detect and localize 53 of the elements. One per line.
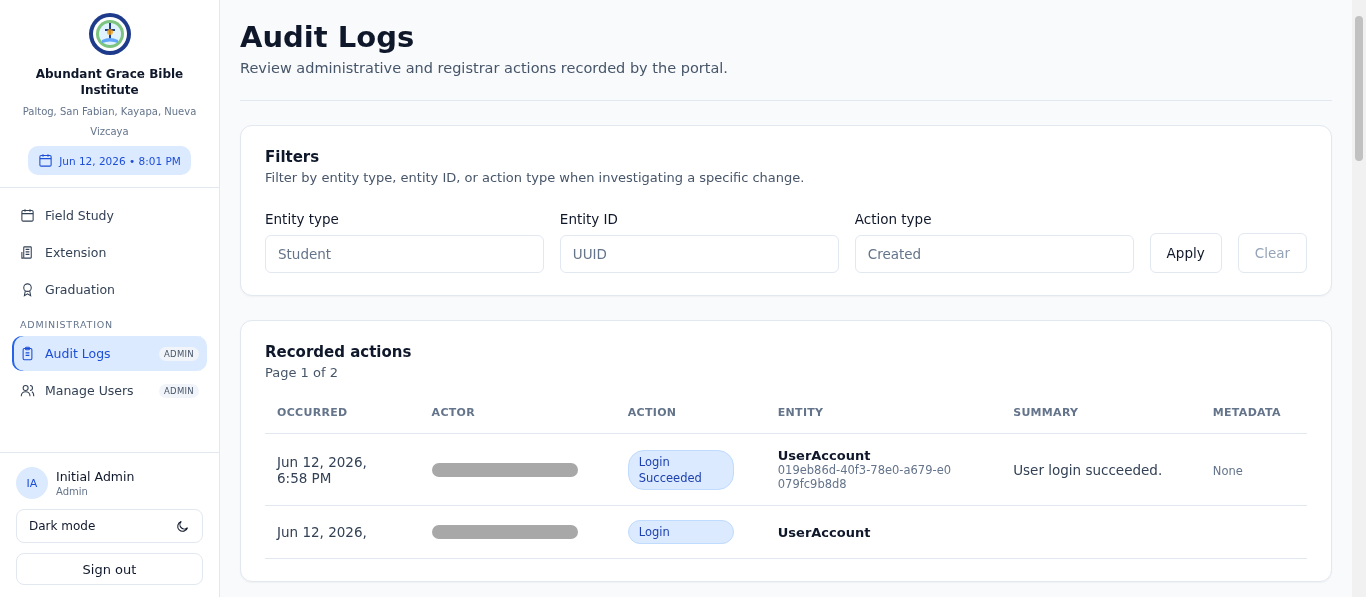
page-title: Audit Logs bbox=[240, 20, 416, 54]
sidebar-item[interactable]: Manage Users ADMIN bbox=[12, 373, 207, 408]
school-seal-logo bbox=[87, 12, 132, 56]
admin-badge: ADMIN bbox=[158, 346, 199, 361]
sidebar-item[interactable]: Extension bbox=[12, 235, 207, 270]
calendar-icon bbox=[20, 208, 35, 223]
award-icon bbox=[20, 282, 35, 297]
date-time-text: Jun 12, 2026 • 8:01 PM bbox=[59, 154, 181, 167]
column-header: OCCURRED bbox=[265, 406, 420, 434]
page-info: Page 1 of 2 bbox=[265, 365, 339, 380]
admin-badge: ADMIN bbox=[158, 383, 199, 398]
filter-field[interactable]: UUID bbox=[559, 235, 839, 273]
column-header: METADATA bbox=[1200, 406, 1307, 434]
scrollbar[interactable] bbox=[1352, 0, 1366, 597]
user-name: Initial Admin bbox=[56, 469, 135, 484]
user-avatar: IA bbox=[16, 467, 48, 499]
building-icon bbox=[20, 245, 35, 260]
entity-id: 019eb86d-40f3-78e0-a679-e0079fc9b8d8 bbox=[777, 463, 953, 491]
field-label: Action type bbox=[854, 211, 933, 227]
filter-field[interactable]: Created bbox=[854, 235, 1134, 273]
entity-name: UserAccount bbox=[777, 448, 872, 463]
sign-out-button[interactable]: Sign out bbox=[16, 553, 203, 585]
card-title: Recorded actions bbox=[265, 343, 413, 361]
card-description: Filter by entity type, entity ID, or action type when investigating a specific change. bbox=[265, 170, 806, 185]
metadata-cell: None bbox=[1212, 463, 1243, 478]
field-label: Entity type bbox=[265, 211, 340, 227]
clipboard-icon bbox=[20, 346, 35, 361]
sidebar-item[interactable]: Field Study bbox=[12, 198, 207, 233]
field-label: Entity ID bbox=[559, 211, 619, 227]
summary-cell: User login succeeded. bbox=[1013, 461, 1163, 478]
calendar-icon bbox=[38, 153, 54, 168]
occurred-cell-text: Jun 12, 2026, bbox=[277, 524, 368, 540]
action-tag: Login bbox=[627, 520, 734, 544]
dark-mode-toggle[interactable]: Dark mode bbox=[16, 509, 203, 543]
card-title: Filters bbox=[265, 148, 321, 166]
entity-name: UserAccount bbox=[777, 524, 872, 540]
column-header: ACTOR bbox=[419, 406, 616, 434]
moon-icon bbox=[175, 518, 190, 534]
sidebar-item[interactable]: Audit Logs ADMIN bbox=[12, 336, 207, 371]
column-header: SUMMARY bbox=[1001, 406, 1201, 434]
user-role: Admin bbox=[56, 486, 89, 497]
sidebar-item[interactable]: Graduation bbox=[12, 272, 207, 307]
users-icon bbox=[20, 383, 35, 398]
column-header: ACTION bbox=[615, 406, 766, 434]
column-header: ENTITY bbox=[765, 406, 1002, 434]
section-heading: ADMINISTRATION bbox=[19, 318, 114, 332]
school-name: Abundant Grace Bible Institute bbox=[34, 66, 185, 98]
page-subtitle: Review administrative and registrar actions recorded by the portal. bbox=[240, 60, 1332, 101]
apply-button[interactable]: Apply bbox=[1149, 233, 1222, 273]
action-tag: Login Succeeded bbox=[627, 449, 734, 490]
occurred-cell-text: Jun 12, 2026, 6:58 PM bbox=[277, 453, 368, 486]
school-address: Paltog, San Fabian, Kayapa, Nueva Vizcaya bbox=[21, 105, 198, 139]
filter-field[interactable]: Student bbox=[265, 235, 544, 273]
